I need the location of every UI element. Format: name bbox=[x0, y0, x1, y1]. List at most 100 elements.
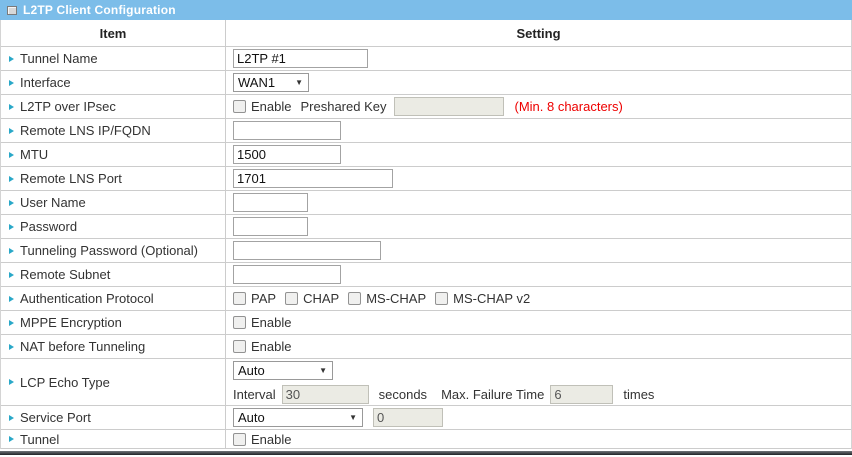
interval-label: Interval bbox=[233, 387, 276, 402]
preshared-key-hint: (Min. 8 characters) bbox=[514, 99, 622, 114]
nat-before-tunneling-label: NAT before Tunneling bbox=[20, 339, 145, 354]
user-name-input[interactable] bbox=[233, 193, 308, 212]
ipsec-enable-label: Enable bbox=[251, 99, 291, 114]
ipsec-enable-checkbox[interactable] bbox=[233, 100, 246, 113]
table-header-row: Item Setting bbox=[1, 20, 851, 47]
preshared-key-label: Preshared Key bbox=[300, 99, 386, 114]
table-row: Interface WAN1 ▼ bbox=[1, 71, 851, 95]
section-title-bar: L2TP Client Configuration bbox=[0, 0, 852, 20]
arrow-bullet-icon bbox=[9, 152, 14, 158]
chap-label: CHAP bbox=[303, 291, 339, 306]
table-row: Remote Subnet bbox=[1, 263, 851, 287]
lcp-echo-type-select[interactable]: Auto ▼ bbox=[233, 361, 333, 380]
collapse-icon[interactable] bbox=[7, 6, 17, 15]
table-row: Service Port Auto ▼ bbox=[1, 406, 851, 430]
remote-lns-ip-label: Remote LNS IP/FQDN bbox=[20, 123, 151, 138]
max-failure-time-input[interactable] bbox=[550, 385, 613, 404]
table-row: Authentication Protocol PAP CHAP MS-CHAP… bbox=[1, 287, 851, 311]
ms-chap-v2-label: MS-CHAP v2 bbox=[453, 291, 530, 306]
interval-input[interactable] bbox=[282, 385, 369, 404]
arrow-bullet-icon bbox=[9, 272, 14, 278]
table-row: L2TP over IPsec Enable Preshared Key (Mi… bbox=[1, 95, 851, 119]
interface-select[interactable]: WAN1 ▼ bbox=[233, 73, 309, 92]
arrow-bullet-icon bbox=[9, 104, 14, 110]
password-input[interactable] bbox=[233, 217, 308, 236]
nat-enable-label: Enable bbox=[251, 339, 291, 354]
arrow-bullet-icon bbox=[9, 200, 14, 206]
lcp-selected-value: Auto bbox=[238, 363, 265, 378]
pap-label: PAP bbox=[251, 291, 276, 306]
table-row: NAT before Tunneling Enable bbox=[1, 335, 851, 359]
chap-checkbox[interactable] bbox=[285, 292, 298, 305]
item-column-header: Item bbox=[100, 26, 127, 41]
l2tp-client-configuration-panel: L2TP Client Configuration Item Setting T… bbox=[0, 0, 852, 457]
section-title: L2TP Client Configuration bbox=[23, 3, 176, 17]
arrow-bullet-icon bbox=[9, 296, 14, 302]
tunnel-name-input[interactable] bbox=[233, 49, 368, 68]
arrow-bullet-icon bbox=[9, 248, 14, 254]
tunneling-password-input[interactable] bbox=[233, 241, 381, 260]
mtu-label: MTU bbox=[20, 147, 48, 162]
remote-subnet-input[interactable] bbox=[233, 265, 341, 284]
chevron-down-icon: ▼ bbox=[349, 413, 357, 422]
arrow-bullet-icon bbox=[9, 80, 14, 86]
auth-protocol-label: Authentication Protocol bbox=[20, 291, 154, 306]
table-row: Remote LNS IP/FQDN bbox=[1, 119, 851, 143]
mppe-encryption-label: MPPE Encryption bbox=[20, 315, 122, 330]
ms-chap-label: MS-CHAP bbox=[366, 291, 426, 306]
table-row: Tunnel Enable bbox=[1, 430, 851, 449]
table-row: Remote LNS Port bbox=[1, 167, 851, 191]
tunnel-enable-checkbox[interactable] bbox=[233, 433, 246, 446]
arrow-bullet-icon bbox=[9, 128, 14, 134]
arrow-bullet-icon bbox=[9, 320, 14, 326]
interface-selected-value: WAN1 bbox=[238, 75, 275, 90]
next-section-header-edge bbox=[0, 451, 852, 455]
arrow-bullet-icon bbox=[9, 176, 14, 182]
times-label: times bbox=[623, 387, 654, 402]
table-row: Tunneling Password (Optional) bbox=[1, 239, 851, 263]
chevron-down-icon: ▼ bbox=[295, 78, 303, 87]
interface-label: Interface bbox=[20, 75, 71, 90]
arrow-bullet-icon bbox=[9, 415, 14, 421]
arrow-bullet-icon bbox=[9, 344, 14, 350]
ms-chap-checkbox[interactable] bbox=[348, 292, 361, 305]
remote-lns-ip-input[interactable] bbox=[233, 121, 341, 140]
table-row: Password bbox=[1, 215, 851, 239]
tunnel-enable-label: Enable bbox=[251, 432, 291, 447]
user-name-label: User Name bbox=[20, 195, 86, 210]
nat-enable-checkbox[interactable] bbox=[233, 340, 246, 353]
remote-lns-port-label: Remote LNS Port bbox=[20, 171, 122, 186]
table-row: LCP Echo Type Auto ▼ Interval seconds Ma… bbox=[1, 359, 851, 406]
mtu-input[interactable] bbox=[233, 145, 341, 164]
service-port-select[interactable]: Auto ▼ bbox=[233, 408, 363, 427]
mppe-enable-checkbox[interactable] bbox=[233, 316, 246, 329]
setting-column-header: Setting bbox=[516, 26, 560, 41]
preshared-key-input[interactable] bbox=[394, 97, 504, 116]
ms-chap-v2-checkbox[interactable] bbox=[435, 292, 448, 305]
tunneling-password-label: Tunneling Password (Optional) bbox=[20, 243, 198, 258]
mppe-enable-label: Enable bbox=[251, 315, 291, 330]
chevron-down-icon: ▼ bbox=[319, 366, 327, 375]
table-row: Tunnel Name bbox=[1, 47, 851, 71]
config-table: Item Setting Tunnel Name Interface WAN bbox=[0, 20, 852, 449]
service-port-input[interactable] bbox=[373, 408, 443, 427]
pap-checkbox[interactable] bbox=[233, 292, 246, 305]
max-failure-time-label: Max. Failure Time bbox=[441, 387, 544, 402]
arrow-bullet-icon bbox=[9, 224, 14, 230]
remote-lns-port-input[interactable] bbox=[233, 169, 393, 188]
table-row: MPPE Encryption Enable bbox=[1, 311, 851, 335]
arrow-bullet-icon bbox=[9, 436, 14, 442]
seconds-label: seconds bbox=[379, 387, 427, 402]
tunnel-name-label: Tunnel Name bbox=[20, 51, 98, 66]
lcp-echo-type-label: LCP Echo Type bbox=[20, 375, 110, 390]
l2tp-over-ipsec-label: L2TP over IPsec bbox=[20, 99, 116, 114]
arrow-bullet-icon bbox=[9, 56, 14, 62]
arrow-bullet-icon bbox=[9, 379, 14, 385]
table-row: MTU bbox=[1, 143, 851, 167]
tunnel-label: Tunnel bbox=[20, 432, 59, 447]
table-row: User Name bbox=[1, 191, 851, 215]
remote-subnet-label: Remote Subnet bbox=[20, 267, 110, 282]
password-label: Password bbox=[20, 219, 77, 234]
service-port-selected-value: Auto bbox=[238, 410, 265, 425]
service-port-label: Service Port bbox=[20, 410, 91, 425]
